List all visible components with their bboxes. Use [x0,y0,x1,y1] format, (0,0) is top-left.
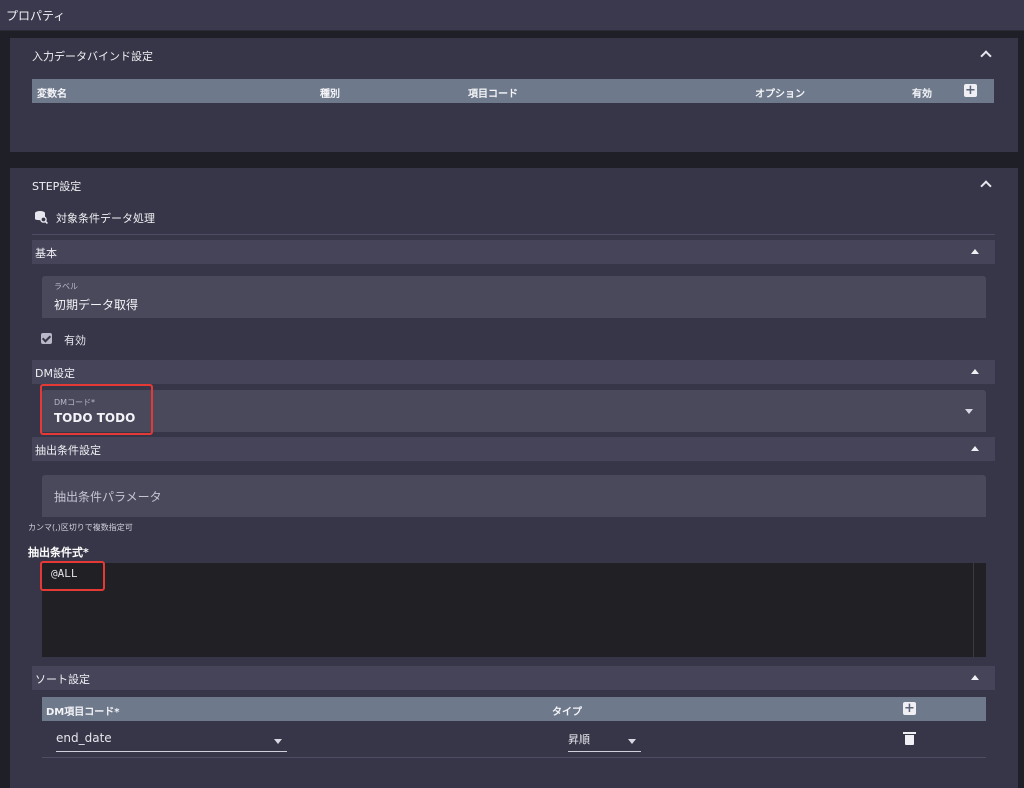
extract-param-placeholder: 抽出条件パラメータ [54,490,162,504]
input-binding-panel: 入力データバインド設定 変数名 種別 項目コード オプション 有効 + [10,38,1018,152]
collapse-chevron-icon[interactable] [980,50,992,62]
extract-param-input[interactable]: 抽出条件パラメータ [42,475,986,517]
sort-code-underline [56,751,287,752]
delete-icon[interactable] [903,732,916,745]
highlight-box [40,384,153,435]
database-search-icon [35,211,48,224]
basic-section-header[interactable]: 基本 [32,240,995,264]
add-sort-button[interactable]: + [903,702,916,715]
extract-section-title: 抽出条件設定 [35,444,101,457]
column-item-code: 項目コード [468,89,518,100]
chevron-down-icon[interactable] [628,739,636,744]
sort-table-header: DM項目コード* タイプ + [42,697,986,721]
dm-section-title: DM設定 [35,367,75,380]
sort-section-header[interactable]: ソート設定 [32,666,995,690]
label-field[interactable]: ラベル 初期データ取得 [42,276,986,318]
dm-section-header[interactable]: DM設定 [32,360,995,384]
column-sort-type: タイプ [552,707,582,718]
process-label: 対象条件データ処理 [56,212,155,225]
column-variable-name: 変数名 [37,89,67,100]
collapse-triangle-icon[interactable] [971,446,979,451]
expression-label: 抽出条件式* [28,546,89,559]
collapse-triangle-icon[interactable] [971,369,979,374]
input-binding-table-header: 変数名 種別 項目コード オプション 有効 + [32,79,994,103]
input-binding-title: 入力データバインド設定 [32,50,153,63]
window-title: プロパティ [6,9,66,23]
label-field-caption: ラベル [54,282,78,291]
sort-type-select[interactable]: 昇順 [568,731,590,747]
extract-section-header[interactable]: 抽出条件設定 [32,437,995,461]
collapse-triangle-icon[interactable] [971,249,979,254]
column-type: 種別 [320,89,340,100]
sort-type-underline [568,751,641,752]
column-enabled: 有効 [912,89,932,100]
collapse-chevron-icon[interactable] [980,180,992,192]
chevron-down-icon[interactable] [965,409,973,414]
expression-editor[interactable]: @ALL [42,563,986,657]
label-field-value: 初期データ取得 [54,298,139,312]
sort-section-title: ソート設定 [35,673,90,686]
editor-scrollbar[interactable] [973,563,974,657]
chevron-down-icon[interactable] [274,739,282,744]
enabled-checkbox[interactable] [41,333,52,344]
sort-code-select[interactable]: end_date [56,731,112,745]
row-divider [42,757,986,758]
column-option: オプション [755,89,805,100]
divider [32,234,995,235]
column-dm-item-code: DM項目コード* [46,707,120,718]
enabled-checkbox-label: 有効 [64,334,86,347]
basic-section-title: 基本 [35,247,57,260]
window-titlebar: プロパティ [0,0,1024,31]
extract-hint: カンマ(,)区切りで複数指定可 [28,523,133,532]
highlight-box [40,561,105,591]
add-binding-button[interactable]: + [964,84,977,97]
dm-code-select[interactable]: DMコード* TODO TODO [42,390,986,432]
step-settings-title: STEP設定 [32,180,82,193]
step-settings-panel: STEP設定 対象条件データ処理 基本 ラベル 初期データ取得 有効 DM設定 … [10,168,1018,788]
collapse-triangle-icon[interactable] [971,675,979,680]
